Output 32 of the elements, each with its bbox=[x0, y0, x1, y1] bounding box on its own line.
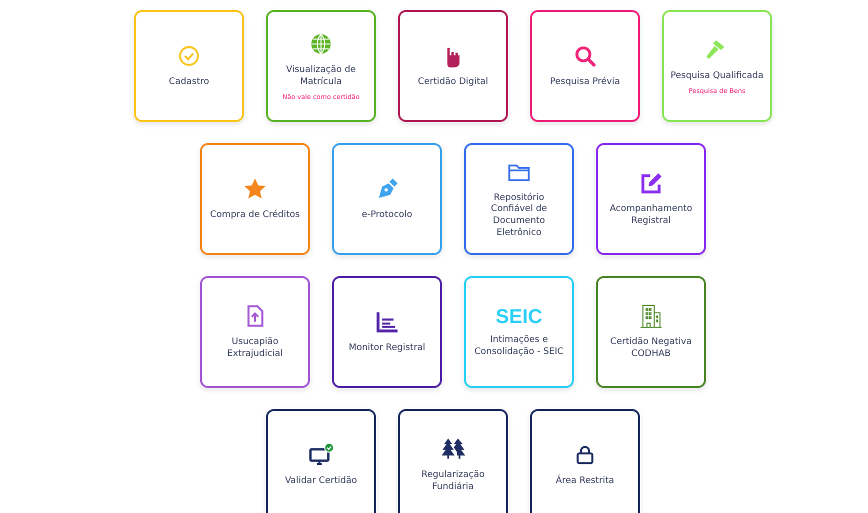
service-card[interactable]: Área Restrita bbox=[530, 409, 640, 513]
service-card[interactable]: Compra de Créditos bbox=[200, 143, 310, 255]
service-card[interactable]: Usucapião Extrajudicial bbox=[200, 276, 310, 388]
building-icon bbox=[638, 303, 664, 330]
card-label: Regularização Fundiária bbox=[420, 470, 486, 494]
service-card[interactable]: Repositório Confiável de Documento Eletrônico bbox=[464, 143, 574, 255]
card-label: Certidão Negativa CODHAB bbox=[609, 337, 693, 361]
service-card[interactable]: e-Protocolo bbox=[332, 143, 442, 255]
card-label: Monitor Registral bbox=[348, 343, 426, 355]
card-label: Validar Certidão bbox=[284, 476, 358, 488]
service-card[interactable]: Cadastro bbox=[134, 10, 244, 122]
card-label: Cadastro bbox=[168, 77, 210, 89]
service-card[interactable]: Certidão Negativa CODHAB bbox=[596, 276, 706, 388]
card-label: Repositório Confiável de Documento Eletrônico bbox=[490, 192, 548, 240]
card-label: Área Restrita bbox=[556, 476, 614, 488]
card-label: Usucapião Extrajudicial bbox=[226, 337, 284, 361]
seic-logo: SEIC bbox=[496, 306, 542, 329]
service-card[interactable]: SEIC Intimações e Consolidação - SEIC bbox=[464, 276, 574, 388]
service-card[interactable]: Validar Certidão bbox=[266, 409, 376, 513]
card-label: Acompanhamento Registral bbox=[608, 204, 694, 228]
service-card[interactable]: Monitor Registral bbox=[332, 276, 442, 388]
card-label: Certidão Digital bbox=[418, 77, 488, 89]
card-label: e-Protocolo bbox=[362, 210, 412, 222]
service-card[interactable]: Acompanhamento Registral bbox=[596, 143, 706, 255]
card-label: Intimações e Consolidação - SEIC bbox=[473, 334, 565, 358]
card-label: Pesquisa Prévia bbox=[550, 77, 620, 89]
service-card[interactable]: Regularização Fundiária bbox=[398, 409, 508, 513]
card-label: Pesquisa Qualificada bbox=[670, 70, 764, 82]
card-label: Compra de Créditos bbox=[210, 210, 300, 222]
service-card[interactable]: Certidão Digital bbox=[398, 10, 508, 122]
card-label: Visualização de Matrícula bbox=[285, 64, 357, 88]
service-card[interactable]: Pesquisa Prévia bbox=[530, 10, 640, 122]
